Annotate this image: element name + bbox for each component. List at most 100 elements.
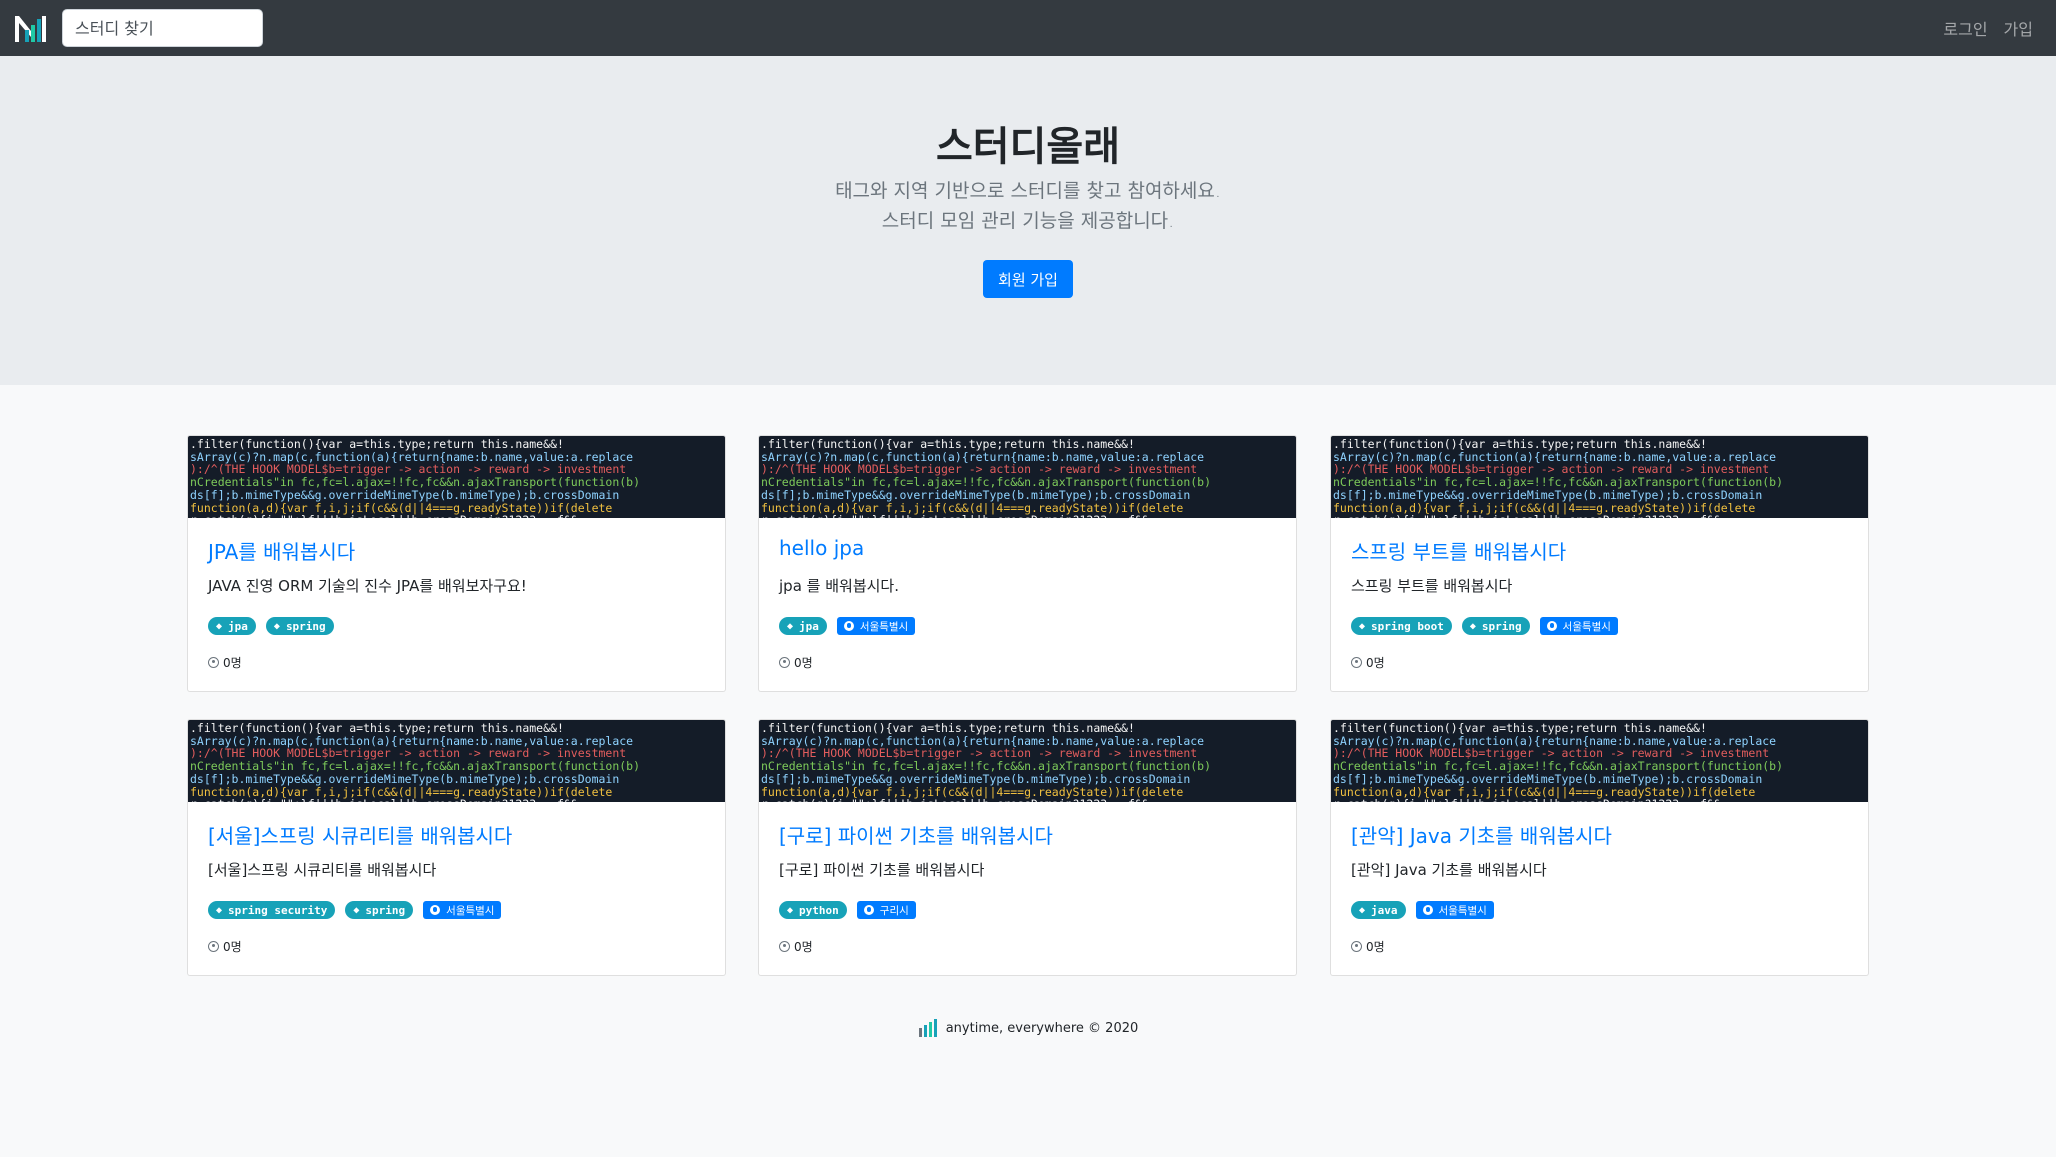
study-card[interactable]: .filter(function(){var a=this.type;retur…: [758, 435, 1297, 692]
tag-badge[interactable]: ◆ jpa: [779, 617, 827, 635]
card-description: JAVA 진영 ORM 기술의 진수 JPA를 배워보자구요!: [208, 577, 527, 595]
tag-label: spring: [1481, 619, 1522, 633]
tag-label: jpa: [228, 619, 248, 633]
user-circle-icon: [1351, 657, 1362, 668]
zone-badge[interactable]: 서울특별시: [836, 617, 916, 635]
hero-lead: 태그와 지역 기반으로 스터디를 찾고 참여하세요. 스터디 모임 관리 기능을…: [0, 176, 2056, 236]
globe-icon: [1546, 621, 1557, 631]
tag-label: jpa: [799, 619, 819, 633]
tag-badge[interactable]: ◆ java: [1351, 901, 1406, 919]
tag-badge[interactable]: ◆ spring boot: [1351, 617, 1452, 635]
study-card[interactable]: .filter(function(){var a=this.type;retur…: [1330, 719, 1869, 976]
member-count: 0명: [208, 938, 242, 955]
signup-link[interactable]: 가입: [2004, 16, 2033, 40]
member-count-label: 0명: [794, 656, 813, 670]
tag-label: java: [1371, 903, 1398, 917]
card-cover-image[interactable]: .filter(function(){var a=this.type;retur…: [188, 720, 725, 802]
card-title[interactable]: JPA를 배워봅시다: [208, 536, 355, 565]
card-description: [관악] Java 기초를 배워봅시다: [1351, 861, 1547, 879]
card-tags: ◆ python 구리시: [779, 901, 916, 919]
hero-title: 스터디올래: [936, 124, 1120, 170]
member-count: 0명: [1351, 938, 1385, 955]
tag-icon: ◆: [353, 904, 360, 916]
tag-icon: ◆: [216, 620, 223, 632]
tag-badge[interactable]: ◆ spring: [265, 617, 334, 635]
user-circle-icon: [1351, 941, 1362, 952]
tag-icon: ◆: [1359, 620, 1366, 632]
hero-lead-line2: 스터디 모임 관리 기능을 제공합니다.: [881, 210, 1175, 232]
card-tags: ◆ jpa 서울특별시: [779, 617, 916, 635]
card-title[interactable]: hello jpa: [779, 536, 864, 560]
tag-icon: ◆: [1469, 620, 1476, 632]
logo-icon[interactable]: [15, 13, 46, 44]
user-circle-icon: [208, 941, 219, 952]
card-title[interactable]: [구로] 파이썬 기초를 배워봅시다: [779, 820, 1053, 849]
hero-jumbotron: 스터디올래 태그와 지역 기반으로 스터디를 찾고 참여하세요. 스터디 모임 …: [0, 56, 2056, 385]
member-count: 0명: [208, 654, 242, 671]
tag-icon: ◆: [273, 620, 280, 632]
member-count: 0명: [779, 654, 813, 671]
footer: anytime, everywhere © 2020: [0, 1018, 2056, 1038]
navbar: 로그인 가입: [0, 0, 2056, 56]
card-tags: ◆ spring boot ◆ spring 서울특별시: [1351, 617, 1618, 635]
footer-text: anytime, everywhere © 2020: [945, 1020, 1139, 1036]
zone-badge[interactable]: 서울특별시: [1415, 901, 1494, 919]
card-title[interactable]: [관악] Java 기초를 배워봅시다: [1351, 820, 1612, 849]
tag-badge[interactable]: ◆ python: [779, 901, 847, 919]
member-count-label: 0명: [223, 656, 242, 670]
card-cover-image[interactable]: .filter(function(){var a=this.type;retur…: [759, 720, 1296, 802]
tag-badge[interactable]: ◆ spring security: [208, 901, 336, 919]
study-card[interactable]: .filter(function(){var a=this.type;retur…: [758, 719, 1297, 976]
zone-badge[interactable]: 서울특별시: [423, 901, 502, 919]
tag-label: python: [799, 903, 839, 917]
tag-badge[interactable]: ◆ spring: [1461, 617, 1530, 635]
card-cover-image[interactable]: .filter(function(){var a=this.type;retur…: [1331, 720, 1868, 802]
card-tags: ◆ jpa ◆ spring: [208, 617, 334, 635]
zone-label: 구리시: [879, 904, 909, 917]
member-count-label: 0명: [794, 940, 813, 954]
tag-icon: ◆: [1359, 904, 1366, 916]
globe-icon: [430, 905, 441, 915]
user-circle-icon: [208, 657, 219, 668]
card-description: 스프링 부트를 배워봅시다: [1351, 577, 1513, 595]
hero-lead-line1: 태그와 지역 기반으로 스터디를 찾고 참여하세요.: [835, 180, 1221, 202]
globe-icon: [843, 621, 854, 631]
login-link[interactable]: 로그인: [1943, 16, 1987, 40]
zone-badge[interactable]: 서울특별시: [1539, 617, 1618, 635]
nav-links: 로그인 가입: [1943, 0, 2033, 56]
member-count-label: 0명: [1366, 940, 1385, 954]
tag-icon: ◆: [787, 620, 794, 632]
card-cover-image[interactable]: .filter(function(){var a=this.type;retur…: [188, 436, 725, 518]
zone-badge[interactable]: 구리시: [856, 901, 916, 919]
study-card[interactable]: .filter(function(){var a=this.type;retur…: [187, 719, 726, 976]
card-title[interactable]: 스프링 부트를 배워봅시다: [1351, 536, 1566, 565]
user-circle-icon: [779, 657, 790, 668]
member-count: 0명: [779, 938, 813, 955]
user-circle-icon: [779, 941, 790, 952]
tag-badge[interactable]: ◆ jpa: [208, 617, 256, 635]
card-cover-image[interactable]: .filter(function(){var a=this.type;retur…: [1331, 436, 1868, 518]
tag-icon: ◆: [216, 904, 223, 916]
tag-icon: ◆: [787, 904, 794, 916]
card-cover-image[interactable]: .filter(function(){var a=this.type;retur…: [759, 436, 1296, 518]
card-title[interactable]: [서울]스프링 시큐리티를 배워봅시다: [208, 820, 512, 849]
member-count: 0명: [1351, 654, 1385, 671]
tag-label: spring security: [228, 903, 328, 917]
card-description: [서울]스프링 시큐리티를 배워봅시다: [208, 861, 437, 879]
zone-label: 서울특별시: [1438, 904, 1487, 917]
card-description: jpa 를 배워봅시다.: [779, 577, 899, 595]
member-count-label: 0명: [223, 940, 242, 954]
tag-label: spring boot: [1371, 619, 1444, 633]
card-description: [구로] 파이썬 기초를 배워봅시다: [779, 861, 985, 879]
study-card[interactable]: .filter(function(){var a=this.type;retur…: [187, 435, 726, 692]
footer-logo-icon: [918, 1019, 937, 1037]
hero-signup-button[interactable]: 회원 가입: [983, 260, 1073, 298]
zone-label: 서울특별시: [446, 904, 495, 917]
study-card[interactable]: .filter(function(){var a=this.type;retur…: [1330, 435, 1869, 692]
zone-label: 서울특별시: [1562, 620, 1611, 633]
tag-label: spring: [365, 903, 406, 917]
tag-badge[interactable]: ◆ spring: [345, 901, 414, 919]
globe-icon: [1422, 905, 1433, 915]
search-input[interactable]: [62, 9, 263, 47]
zone-label: 서울특별시: [859, 620, 909, 633]
